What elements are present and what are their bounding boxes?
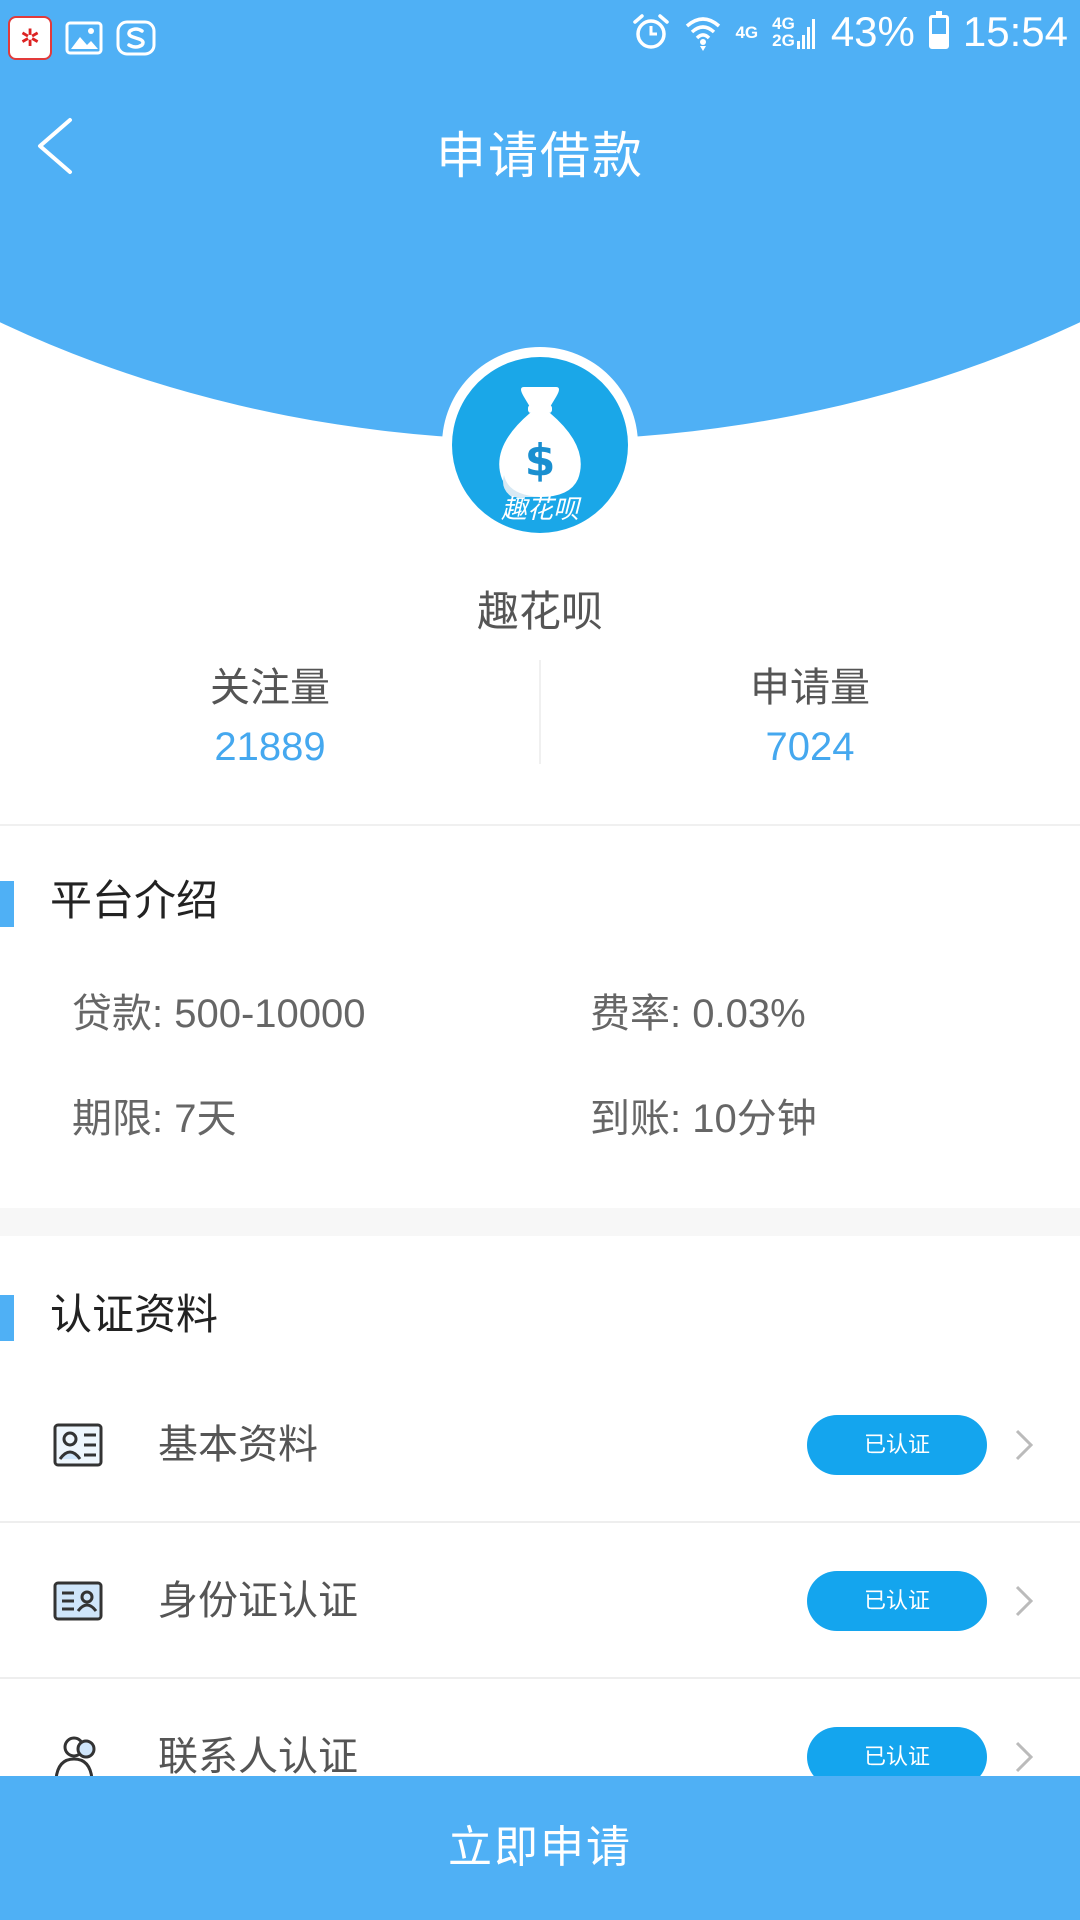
profile-card-icon: [53, 1423, 103, 1467]
dual-network-type: 4G 2G: [772, 15, 817, 49]
cert-row-label: 身份证认证: [158, 1579, 358, 1623]
loan-application-screen: ✲ 4G 4G 2G 43% 15:54 申请借款 $ 趣花呗 趣花呗 关注量 …: [0, 0, 1080, 1920]
gallery-icon: [65, 21, 103, 55]
page-title: 申请借款: [436, 128, 644, 184]
status-bar: ✲ 4G 4G 2G 43% 15:54: [0, 0, 1080, 76]
signal-icon: [796, 19, 815, 49]
cert-row-id-card[interactable]: 身份证认证 已认证: [0, 1523, 1080, 1679]
id-card-icon: [53, 1581, 103, 1621]
apply-now-button[interactable]: 立即申请: [0, 1776, 1080, 1920]
certified-badge: 已认证: [807, 1571, 987, 1631]
svg-text:$: $: [525, 435, 556, 486]
sogou-input-icon: [116, 20, 156, 56]
wifi-icon: [686, 17, 721, 51]
app-name: 趣花呗: [476, 588, 603, 635]
apply-count-stat: 申请量 7024: [540, 655, 1080, 770]
certification-header: 认证资料: [0, 1285, 1080, 1345]
app-notification-icon: ✲: [8, 16, 52, 60]
platform-intro-title: 平台介绍: [50, 877, 219, 924]
apply-count-label: 申请量: [750, 666, 870, 710]
follow-count-stat: 关注量 21889: [0, 655, 540, 770]
clock: 15:54: [962, 8, 1068, 55]
section-spacer: [0, 1208, 1080, 1236]
chevron-right-icon: [1015, 1429, 1034, 1461]
logo-text: 趣花呗: [500, 495, 579, 525]
battery-icon: [928, 11, 949, 49]
fee-rate-info: 费率: 0.03%: [590, 992, 806, 1036]
section-accent-bar: [0, 1295, 14, 1341]
app-logo: $ 趣花呗: [452, 357, 628, 533]
cert-row-label: 基本资料: [158, 1423, 318, 1467]
platform-intro-header: 平台介绍: [0, 871, 1080, 931]
apply-count-value: 7024: [765, 725, 855, 769]
network-type: 4G: [735, 22, 759, 42]
loan-amount-info: 贷款: 500-10000: [72, 992, 366, 1036]
cert-row-basic-info[interactable]: 基本资料 已认证: [0, 1367, 1080, 1523]
battery-percent: 43%: [830, 8, 915, 55]
chevron-right-icon: [1015, 1585, 1034, 1617]
chevron-right-icon: [1015, 1741, 1034, 1773]
certification-title: 认证资料: [50, 1291, 219, 1338]
alarm-icon: [633, 14, 670, 49]
loan-term-info: 期限: 7天: [72, 1097, 237, 1141]
section-accent-bar: [0, 881, 14, 927]
section-divider: [0, 824, 1080, 826]
arrival-time-info: 到账: 10分钟: [590, 1097, 817, 1141]
certified-badge: 已认证: [807, 1415, 987, 1475]
navigation-bar: 申请借款: [0, 76, 1080, 216]
follow-count-label: 关注量: [210, 666, 330, 710]
follow-count-value: 21889: [214, 725, 326, 769]
